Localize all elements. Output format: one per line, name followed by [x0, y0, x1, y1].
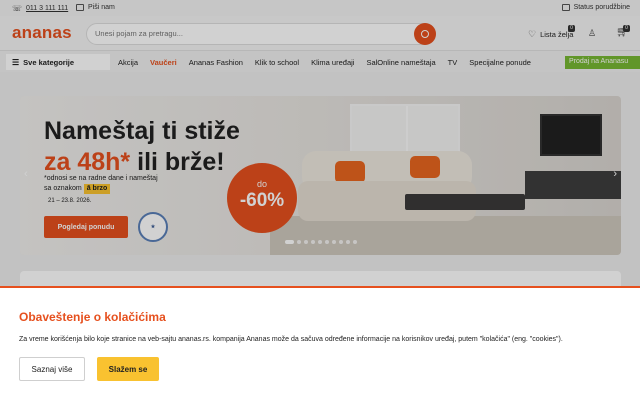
carousel-dot[interactable] — [311, 240, 315, 244]
headline-line-1: Nameštaj ti stiže — [44, 117, 240, 145]
cookie-notice: Obaveštenje o kolačićima Za vreme korišć… — [0, 286, 640, 400]
carousel-dot[interactable] — [353, 240, 357, 244]
nav-item-vauceri[interactable]: Vaučeri — [150, 58, 177, 67]
carousel-dot[interactable] — [318, 240, 322, 244]
all-categories-button[interactable]: ☰ Sve kategorije — [6, 54, 110, 70]
banner-floor — [270, 216, 621, 255]
order-status-link[interactable]: Status porudžbine — [561, 4, 630, 11]
carousel-next-icon[interactable]: › — [613, 168, 617, 180]
nav-item-salonline[interactable]: SalOnline nameštaja — [366, 58, 435, 67]
nav-item-akcija[interactable]: Akcija — [118, 58, 138, 67]
all-categories-label: Sve kategorije — [23, 57, 75, 67]
nav-item-ananas-fashion[interactable]: Ananas Fashion — [189, 58, 243, 67]
carousel-prev-icon[interactable]: ‹ — [24, 168, 28, 180]
discount-badge: do -60% — [227, 163, 297, 233]
view-offer-button[interactable]: Pogledaj ponudu — [44, 216, 128, 238]
subtext-line-1: *odnosi se na radne dane i nameštaj — [44, 175, 158, 182]
carousel-dot[interactable] — [332, 240, 336, 244]
page-background: ☏ 011 3 111 111 Piši nam Status porudžbi… — [0, 0, 640, 286]
heart-icon: ♡ — [528, 29, 537, 39]
headline-accent: za 48h* — [44, 148, 131, 176]
banner-tv-illustration — [540, 114, 602, 156]
menu-icon: ☰ — [12, 57, 20, 67]
carousel-dot[interactable] — [346, 240, 350, 244]
headline-rest: ili brže! — [130, 148, 225, 176]
logo[interactable]: ananas — [12, 23, 72, 43]
banner-pillow-right — [410, 156, 440, 178]
subtext-line-2: sa oznakom ā brzo — [44, 184, 158, 194]
learn-more-button[interactable]: Saznaj više — [19, 357, 85, 381]
search-input[interactable] — [95, 29, 395, 38]
user-icon[interactable]: ♙ — [588, 28, 596, 39]
banner-coffee-table — [405, 194, 525, 210]
nav-items: Akcija Vaučeri Ananas Fashion Klik to sc… — [118, 51, 531, 73]
carousel-dot[interactable] — [339, 240, 343, 244]
header: ananas ♡ Lista želja 0 ♙ 🛒︎ 0 — [0, 16, 640, 50]
banner-tv-unit-illustration — [525, 171, 621, 199]
wishlist-count-badge: 0 — [568, 25, 575, 32]
carousel-dot[interactable] — [304, 240, 308, 244]
discount-value: -60% — [239, 190, 285, 211]
mail-icon — [76, 4, 84, 11]
content-card — [20, 271, 621, 286]
write-us-link[interactable]: Piši nam — [76, 4, 115, 11]
search-box[interactable] — [86, 23, 436, 45]
banner-subtext: *odnosi se na radne dane i nameštaj sa o… — [44, 174, 158, 194]
search-icon — [421, 30, 429, 38]
phone-number[interactable]: 011 3 111 111 — [26, 5, 68, 12]
carousel-dots — [285, 240, 357, 244]
brzo-chip: ā brzo — [83, 184, 111, 194]
quality-seal-icon: ★ — [138, 212, 168, 242]
nav-item-sell-on-ananas[interactable]: Prodaj na Ananasu — [565, 56, 640, 69]
banner-headline: Nameštaj ti stiže za 48h* ili brže! — [44, 116, 240, 178]
cart-count-badge: 0 — [623, 25, 630, 32]
nav-item-specijalne-ponude[interactable]: Specijalne ponude — [469, 58, 531, 67]
order-status-label: Status porudžbine — [573, 4, 630, 11]
phone-link[interactable]: ☏ 011 3 111 111 — [12, 4, 68, 13]
hero-banner[interactable]: Nameštaj ti stiže za 48h* ili brže! *odn… — [20, 96, 621, 255]
nav-item-klima-uredaji[interactable]: Klima uređaji — [311, 58, 354, 67]
wishlist-link[interactable]: ♡ Lista želja — [528, 29, 573, 40]
nav-item-klik-to-school[interactable]: Klik to school — [255, 58, 299, 67]
carousel-dot[interactable] — [297, 240, 301, 244]
carousel-dot[interactable] — [325, 240, 329, 244]
box-icon — [561, 4, 570, 11]
banner-dates: 21 – 23.8. 2026. — [48, 198, 92, 204]
main-nav: ☰ Sve kategorije Akcija Vaučeri Ananas F… — [0, 50, 640, 72]
carousel-dot[interactable] — [285, 240, 294, 244]
discount-prefix: do — [256, 179, 267, 189]
banner-pillow-left — [335, 161, 365, 183]
accept-cookies-button[interactable]: Slažem se — [97, 357, 159, 381]
headset-icon: ☏ — [12, 4, 23, 13]
nav-item-tv[interactable]: TV — [448, 58, 458, 67]
cookie-title: Obaveštenje o kolačićima — [19, 310, 166, 324]
utility-bar: ☏ 011 3 111 111 Piši nam Status porudžbi… — [0, 0, 640, 16]
subtext-line-2-label: sa oznakom — [44, 185, 82, 192]
write-us-label: Piši nam — [88, 4, 115, 11]
cookie-text: Za vreme korišćenja bilo koje stranice n… — [19, 336, 563, 343]
search-button[interactable] — [414, 23, 436, 45]
